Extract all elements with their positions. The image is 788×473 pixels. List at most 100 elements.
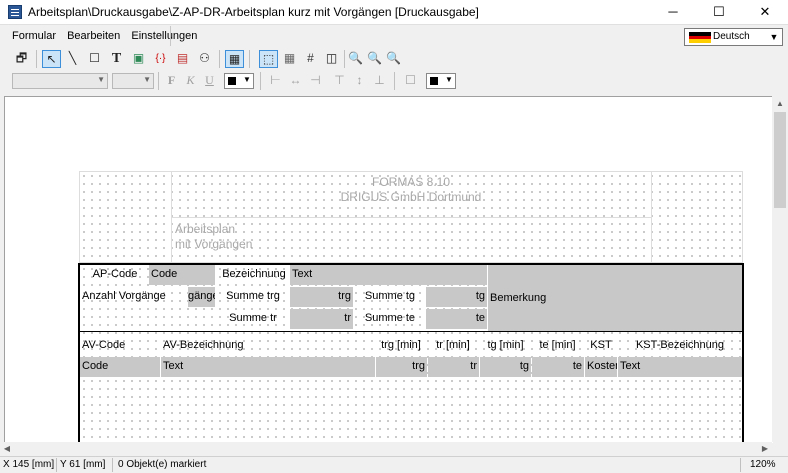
form-properties-icon[interactable]: 🗗 [12, 50, 31, 68]
col-header-av-bezeichnung[interactable]: AV-Bezeichnung [161, 336, 375, 356]
language-select[interactable]: Deutsch ▼ [684, 28, 783, 46]
col-header-tr[interactable]: tr [min] [428, 336, 478, 356]
chevron-down-icon: ▼ [243, 75, 251, 84]
toolbar-separator [36, 50, 37, 68]
table-tool-icon[interactable]: ▤ [173, 50, 192, 68]
title-bar: Arbeitsplan\Druckausgabe\Z-AP-DR-Arbeits… [0, 0, 788, 25]
close-button[interactable]: ✕ [742, 0, 788, 24]
summe-tg-label[interactable]: Summe tg [355, 287, 425, 307]
row-tg[interactable]: tg [480, 357, 531, 377]
minimize-button[interactable]: ─ [650, 0, 696, 24]
app-icon [8, 5, 22, 19]
menu-bar: Formular Bearbeiten Einstellungen [8, 28, 201, 46]
header-line-2[interactable]: DRIGUS GmbH Dortmund [171, 190, 651, 204]
scroll-left-icon[interactable]: ◀ [0, 442, 14, 456]
bezeichnung-value[interactable]: Text [290, 265, 487, 285]
row-av-code[interactable]: Code [80, 357, 160, 377]
language-value: Deutsch [713, 31, 750, 42]
variable-tool-icon[interactable]: {·} [151, 50, 170, 68]
grid-dots-icon[interactable]: ▦ [280, 50, 299, 68]
italic-icon[interactable]: K [181, 72, 200, 90]
toolbar-separator [219, 50, 220, 68]
align-bottom-icon[interactable]: ⊥ [370, 72, 389, 90]
summe-trg-value[interactable]: trg [290, 287, 353, 307]
grid-off-icon[interactable]: ⬚ [259, 50, 278, 68]
chevron-down-icon: ▼ [769, 32, 779, 42]
anzahl-vorgaenge-value[interactable]: gänge [188, 287, 215, 307]
col-header-kst[interactable]: KST [585, 336, 617, 356]
line-tool-icon[interactable]: ╲ [63, 50, 82, 68]
status-y: Y 61 [mm] [60, 459, 106, 470]
summe-trg-label[interactable]: Summe trg [217, 287, 289, 307]
grid-lines-icon[interactable]: # [301, 50, 320, 68]
ap-code-value[interactable]: Code [149, 265, 215, 285]
row-trg[interactable]: trg [376, 357, 427, 377]
row-av-bezeichnung[interactable]: Text [161, 357, 375, 377]
bemerkung-field[interactable]: Bemerkung [488, 265, 742, 331]
select-pointer-icon[interactable]: ↖ [42, 50, 61, 68]
font-family-select[interactable]: ▼ [12, 73, 108, 89]
text-tool-icon[interactable]: T [107, 50, 126, 68]
snap-grid-icon[interactable]: ◫ [322, 50, 341, 68]
page-layout-icon[interactable]: ▦ [225, 50, 244, 68]
scroll-right-icon[interactable]: ▶ [758, 442, 772, 456]
design-canvas[interactable]: FORMAS 8.10 DRIGUS GmbH Dortmund Arbeits… [4, 96, 773, 443]
bezeichnung-label[interactable]: Bezeichnung [217, 265, 289, 285]
align-right-icon[interactable]: ⊣ [306, 72, 325, 90]
status-bar: X 145 [mm] Y 61 [mm] 0 Objekt(e) markier… [0, 456, 788, 473]
col-header-av-code[interactable]: AV-Code [80, 336, 160, 356]
col-header-kst-bezeichnung[interactable]: KST-Bezeichnung [618, 336, 742, 356]
zoom-fit-icon[interactable]: 🔍 [384, 50, 403, 68]
ap-code-label[interactable]: AP-Code [80, 265, 148, 285]
color-swatch [430, 77, 438, 85]
menu-einstellungen[interactable]: Einstellungen [127, 28, 201, 44]
toolbar-separator [249, 50, 250, 68]
text-color-picker[interactable]: ▼ [224, 73, 254, 89]
row-kst-bezeichnung[interactable]: Text [618, 357, 742, 377]
col-header-tg[interactable]: tg [min] [480, 336, 531, 356]
row-tr[interactable]: tr [428, 357, 479, 377]
summe-te-value[interactable]: te [426, 309, 487, 329]
align-middle-icon[interactable]: ↕ [350, 72, 369, 90]
summe-te-label[interactable]: Summe te [355, 309, 425, 329]
scroll-up-icon[interactable]: ▲ [772, 96, 788, 112]
color-swatch [228, 77, 236, 85]
font-size-select[interactable]: ▼ [112, 73, 154, 89]
maximize-button[interactable]: ☐ [696, 0, 742, 24]
line-color-picker[interactable]: ▼ [426, 73, 456, 89]
barcode-tool-icon[interactable]: ⚇ [195, 50, 214, 68]
col-header-te[interactable]: te [min] [532, 336, 583, 356]
summe-tr-value[interactable]: tr [290, 309, 353, 329]
zoom-out-icon[interactable]: 🔍 [365, 50, 384, 68]
menu-separator [170, 26, 171, 46]
border-icon[interactable]: ☐ [401, 72, 420, 90]
vertical-scrollbar[interactable]: ▲ [772, 96, 788, 442]
summe-tg-value[interactable]: tg [426, 287, 487, 307]
subtitle-line-2[interactable]: mit Vorgängen [175, 237, 252, 251]
subtitle-line-1[interactable]: Arbeitsplan [175, 222, 235, 236]
toolbar-separator [158, 72, 159, 90]
status-zoom: 120% [750, 459, 776, 470]
align-top-icon[interactable]: ⊤ [330, 72, 349, 90]
zoom-in-icon[interactable]: 🔍 [346, 50, 365, 68]
align-center-icon[interactable]: ↔ [286, 72, 305, 90]
anzahl-vorgaenge-label[interactable]: Anzahl Vorgänge [80, 287, 188, 307]
menu-bearbeiten[interactable]: Bearbeiten [63, 28, 124, 44]
german-flag-icon [689, 32, 711, 43]
row-kst[interactable]: Kosten [585, 357, 617, 377]
row-te[interactable]: te [532, 357, 584, 377]
underline-icon[interactable]: U [200, 72, 219, 90]
toolbar-separator [260, 72, 261, 90]
image-tool-icon[interactable]: ▣ [129, 50, 148, 68]
header-line-1[interactable]: FORMAS 8.10 [171, 175, 651, 189]
rectangle-tool-icon[interactable]: ☐ [85, 50, 104, 68]
horizontal-scrollbar[interactable]: ◀ ▶ [0, 442, 772, 456]
align-left-icon[interactable]: ⊢ [266, 72, 285, 90]
summe-tr-label[interactable]: Summe tr [217, 309, 289, 329]
status-x: X 145 [mm] [3, 459, 55, 470]
bold-icon[interactable]: F [162, 72, 181, 90]
col-header-trg[interactable]: trg [min] [376, 336, 426, 356]
status-selection: 0 Objekt(e) markiert [118, 459, 207, 470]
menu-formular[interactable]: Formular [8, 28, 60, 44]
scroll-thumb[interactable] [774, 112, 786, 208]
